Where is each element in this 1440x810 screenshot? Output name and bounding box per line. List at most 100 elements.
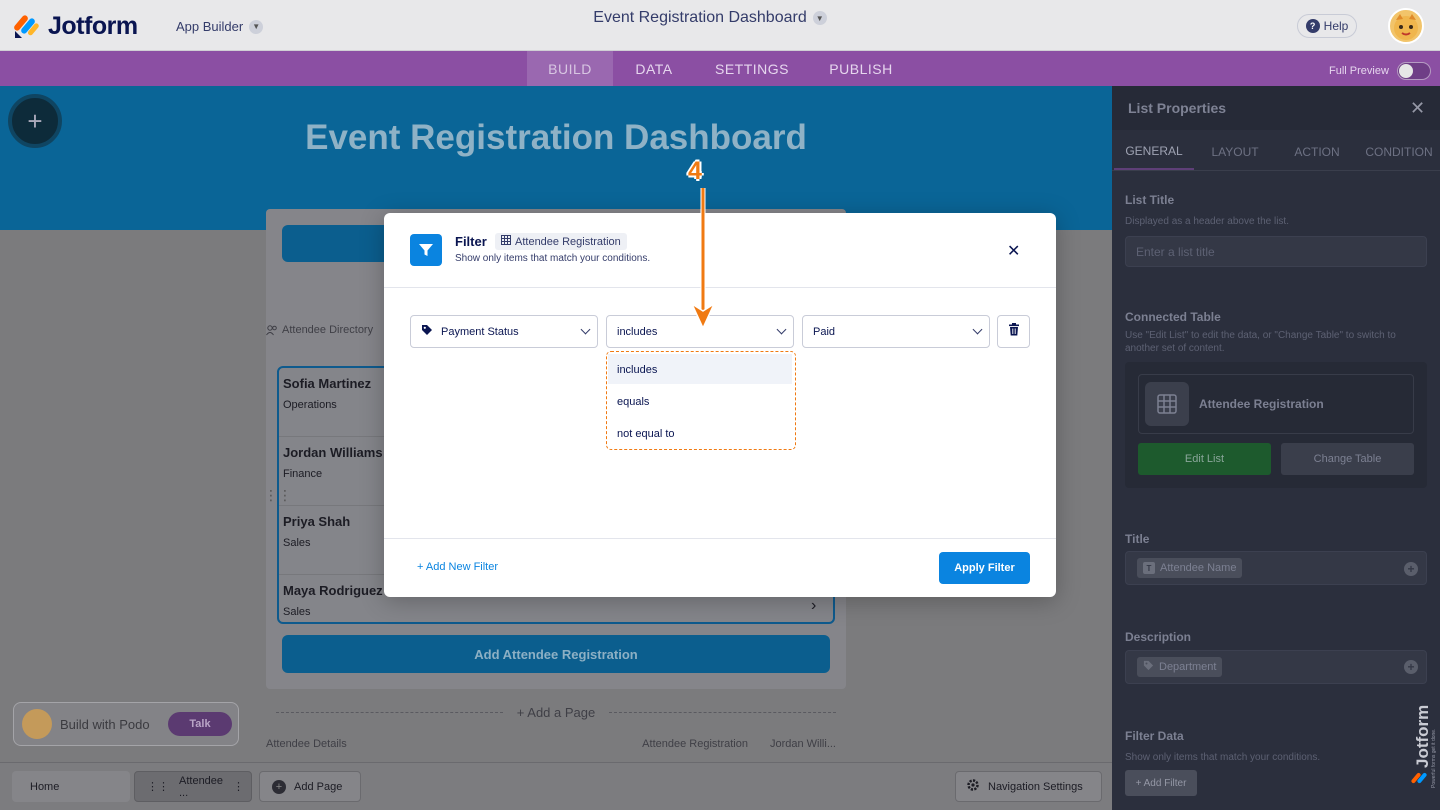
user-avatar[interactable] [1388,8,1424,44]
edit-list-button[interactable]: Edit List [1138,443,1271,475]
attendee-name: Sofia Martinez [283,376,372,391]
divider [1112,170,1440,171]
step-number: 4 [688,157,702,185]
filter-operator-value: includes [617,325,658,338]
tab-action[interactable]: ACTION [1276,134,1358,170]
list-title-help: Displayed as a header above the list. [1125,216,1289,227]
chevron-right-icon: › [811,597,817,614]
add-filter-button[interactable]: + Add Filter [1125,770,1197,796]
divider [384,538,1056,539]
attendee-dept: Finance [283,468,323,480]
chevron-down-icon [580,324,591,335]
talk-label: Talk [189,718,211,730]
help-button[interactable]: ? Help [1297,14,1357,38]
drag-handle-icon[interactable]: ⋮⋮ [264,487,292,504]
modal-title: Filter [455,234,487,249]
help-label: Help [1323,19,1349,33]
podo-avatar [22,709,52,739]
tab-general[interactable]: GENERAL [1114,134,1194,170]
app-title-text: Event Registration Dashboard [593,9,807,26]
podo-widget[interactable]: Build with Podo Talk [13,702,239,746]
tab-publish[interactable]: PUBLISH [809,51,913,86]
filter-data-label: Filter Data [1125,729,1184,743]
full-preview: Full Preview [1329,62,1431,80]
plus-icon: + [272,779,286,794]
apply-filter-button[interactable]: Apply Filter [939,552,1030,584]
delete-filter-button[interactable] [997,315,1030,348]
option-not-equal-to[interactable]: not equal to [608,418,792,448]
add-a-page[interactable]: + Add a Page [266,705,846,720]
more-icon[interactable]: ⋮ [233,780,244,793]
attendee-details-label: Attendee Details [266,738,347,750]
attendee-dept: Operations [283,399,337,411]
tab-data[interactable]: DATA [613,51,695,86]
filter-data-help: Show only items that match your conditio… [1125,752,1321,763]
change-table-button[interactable]: Change Table [1281,443,1414,475]
drag-handle-icon: ⋮⋮ [147,781,169,793]
attendee-directory-label: Attendee Directory [266,324,373,339]
title-field-value: Attendee Name [1160,562,1237,574]
filter-icon [410,234,442,266]
tag-icon [1143,660,1154,674]
tab-settings[interactable]: SETTINGS [695,51,809,86]
table-icon [1145,382,1189,426]
modal-subtitle: Show only items that match your conditio… [455,253,651,264]
add-attendee-button[interactable]: Add Attendee Registration [282,635,830,673]
filter-value-value: Paid [813,325,836,338]
talk-button[interactable]: Talk [168,712,232,736]
divider [384,287,1056,288]
nav-home[interactable]: Home [12,771,130,802]
question-icon: ? [1305,19,1320,33]
filter-field-value: Payment Status [441,325,519,338]
attendee-name: Maya Rodriguez [283,583,383,598]
attendee-dept: Sales [283,606,311,618]
add-new-filter-link[interactable]: + Add New Filter [417,561,498,573]
add-page-label: Add Page [294,780,343,793]
attendee-dept: Sales [283,537,311,549]
nav-attendee[interactable]: ⋮⋮ Attendee ... ⋮ [134,771,252,802]
gear-icon [966,778,980,795]
title-field-chip[interactable]: T Attendee Name [1137,558,1243,578]
table-name: Attendee Registration [1199,397,1324,411]
table-icon [501,235,511,248]
trash-icon [1008,322,1020,341]
filter-field-select[interactable]: Payment Status [410,315,598,348]
add-page-button[interactable]: + Add Page [259,771,361,802]
connected-table-help: Use "Edit List" to edit the data, or "Ch… [1125,330,1396,354]
podo-label: Build with Podo [60,716,150,732]
tab-build[interactable]: BUILD [527,51,613,86]
tab-condition[interactable]: CONDITION [1358,134,1440,170]
add-field-icon[interactable]: + [1404,660,1418,674]
option-includes[interactable]: includes [608,354,792,384]
app-title[interactable]: Event Registration Dashboard ▼ [0,9,1420,27]
tag-icon [421,324,433,339]
hero-title: Event Registration Dashboard [305,118,807,157]
title-label: Title [1125,532,1150,546]
close-icon[interactable]: ✕ [1007,241,1020,261]
description-field-value: Department [1159,661,1217,673]
nav-home-label: Home [30,780,60,793]
modal-table-name: Attendee Registration [515,235,621,248]
tab-layout[interactable]: LAYOUT [1194,134,1276,170]
filter-value-select[interactable]: Paid [802,315,990,348]
attendee-name: Jordan Williams [283,445,383,460]
close-icon[interactable]: ✕ [1410,98,1425,119]
description-field-chip[interactable]: Department [1137,657,1223,677]
text-type-icon: T [1143,562,1155,574]
navigation-settings-button[interactable]: Navigation Settings [955,771,1102,802]
nav-attendee-label: Attendee ... [179,774,224,799]
full-preview-toggle[interactable] [1396,62,1431,80]
attendee-name: Priya Shah [283,514,351,529]
jotform-watermark: Jotform Powerful forms get it done. [1408,690,1438,790]
list-title-input[interactable]: Enter a list title [1125,236,1427,267]
plus-icon: + [27,105,43,136]
add-element-button[interactable]: + [8,94,62,148]
description-label: Description [1125,630,1192,644]
panel-title: List Properties [1128,100,1227,116]
add-field-icon[interactable]: + [1404,562,1418,576]
watermark-text: Jotform [1413,705,1432,768]
add-a-page-label: + Add a Page [516,705,596,720]
option-equals[interactable]: equals [608,386,792,416]
chevron-down-icon: ▼ [812,11,827,25]
attendee-details-row[interactable]: Attendee Details Attendee Registration J… [266,738,836,750]
